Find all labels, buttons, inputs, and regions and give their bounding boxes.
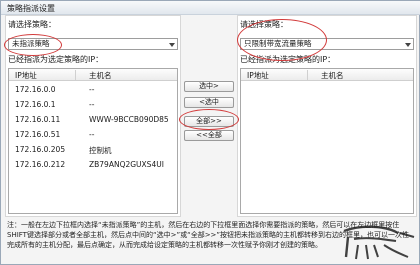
right-ip-list[interactable]: IP地址 主机名 <box>240 68 414 214</box>
left-col-host[interactable]: 主机名 <box>89 70 112 81</box>
row-host: WWW-9BCCB090D85 <box>89 115 169 124</box>
row-ip: 172.16.0.0 <box>15 85 56 94</box>
right-select-label: 请选择策略： <box>240 20 288 29</box>
all-move-right-button[interactable]: 全部>> <box>184 116 234 127</box>
table-row[interactable]: 172.16.0.205 控制机 <box>9 143 177 156</box>
row-host: -- <box>89 130 95 139</box>
table-row[interactable]: 172.16.0.0 -- <box>9 83 177 96</box>
left-col-ip[interactable]: IP地址 <box>15 70 37 81</box>
left-list-header: IP地址 主机名 <box>9 69 177 81</box>
row-host: 控制机 <box>89 146 112 155</box>
table-row[interactable]: 172.16.0.51 -- <box>9 128 177 141</box>
row-ip: 172.16.0.212 <box>15 160 66 169</box>
window-title: 策略指派设置 <box>7 4 55 13</box>
left-policy-value: 未指派策略 <box>12 39 50 48</box>
left-ip-list[interactable]: IP地址 主机名 172.16.0.0 -- 172.16.0.1 -- 172… <box>8 68 178 214</box>
select-move-left-button[interactable]: <选中 <box>184 97 234 108</box>
row-ip: 172.16.0.205 <box>15 145 66 154</box>
table-row[interactable]: 172.16.0.212 ZB79ANQ2GUXS4UI <box>9 158 177 171</box>
left-policy-select[interactable]: 未指派策略 <box>8 38 178 50</box>
row-host: -- <box>89 100 95 109</box>
chevron-down-icon <box>169 43 175 47</box>
row-ip: 172.16.0.11 <box>15 115 61 124</box>
instruction-note: 注：一般在左边下拉框内选择“未指派策略”的主机，然后在右边的下拉框里面选择你需要… <box>7 221 410 249</box>
left-select-label: 请选择策略： <box>8 20 56 29</box>
select-move-right-button[interactable]: 选中> <box>184 81 234 92</box>
row-ip: 172.16.0.1 <box>15 100 56 109</box>
right-policy-select[interactable]: 只限制带宽流量策略 <box>240 38 414 50</box>
right-panel: 请选择策略： 只限制带宽流量策略 已经指派为选定策略的IP： IP地址 主机名 <box>237 15 417 217</box>
policy-assign-dialog: 策略指派设置 请选择策略： 未指派策略 已经指派为选定策略的IP： IP地址 主… <box>0 0 420 265</box>
row-host: -- <box>89 85 95 94</box>
left-list-label: 已经指派为选定策略的IP： <box>8 55 104 64</box>
right-col-host[interactable]: 主机名 <box>321 70 344 81</box>
row-host: ZB79ANQ2GUXS4UI <box>89 160 164 169</box>
right-col-ip[interactable]: IP地址 <box>247 70 269 81</box>
table-row[interactable]: 172.16.0.11 WWW-9BCCB090D85 <box>9 113 177 126</box>
title-bar: 策略指派设置 <box>1 1 420 15</box>
table-row[interactable]: 172.16.0.1 -- <box>9 98 177 111</box>
right-list-header: IP地址 主机名 <box>241 69 413 81</box>
right-policy-value: 只限制带宽流量策略 <box>244 39 312 48</box>
chevron-down-icon <box>405 43 411 47</box>
left-panel: 请选择策略： 未指派策略 已经指派为选定策略的IP： IP地址 主机名 172.… <box>5 15 181 217</box>
row-ip: 172.16.0.51 <box>15 130 61 139</box>
right-list-label: 已经指派为选定策略的IP： <box>240 55 336 64</box>
all-move-left-button[interactable]: <<全部 <box>184 130 234 141</box>
